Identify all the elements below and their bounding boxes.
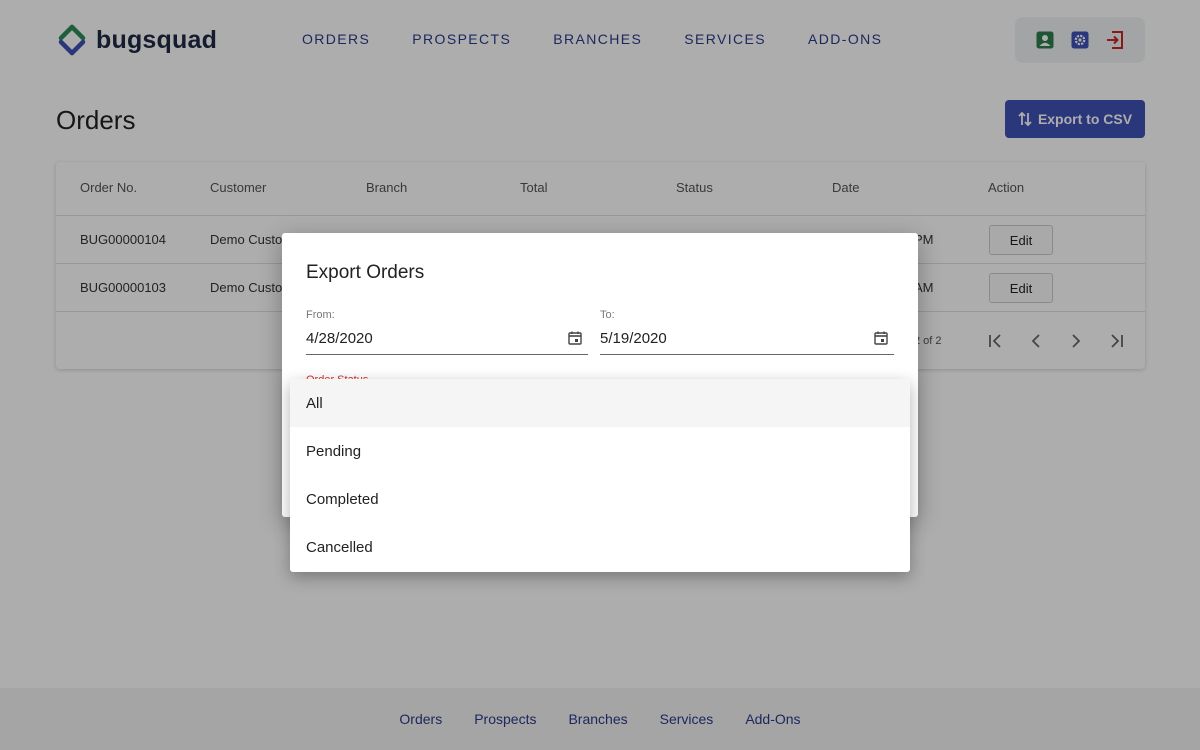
to-date-field[interactable]: To: 5/19/2020 [600, 309, 894, 355]
dialog-title: Export Orders [306, 262, 425, 283]
to-label: To: [600, 309, 615, 321]
from-label: From: [306, 309, 335, 321]
status-option-all[interactable]: All [290, 379, 910, 427]
to-date-value: 5/19/2020 [600, 330, 667, 347]
status-option-pending[interactable]: Pending [290, 427, 910, 475]
order-status-menu: All Pending Completed Cancelled [290, 379, 910, 572]
calendar-icon[interactable] [874, 331, 890, 347]
from-date-value: 4/28/2020 [306, 330, 373, 347]
from-date-field[interactable]: From: 4/28/2020 [306, 309, 588, 355]
calendar-icon[interactable] [568, 331, 584, 347]
status-option-cancelled[interactable]: Cancelled [290, 523, 910, 571]
status-option-completed[interactable]: Completed [290, 475, 910, 523]
